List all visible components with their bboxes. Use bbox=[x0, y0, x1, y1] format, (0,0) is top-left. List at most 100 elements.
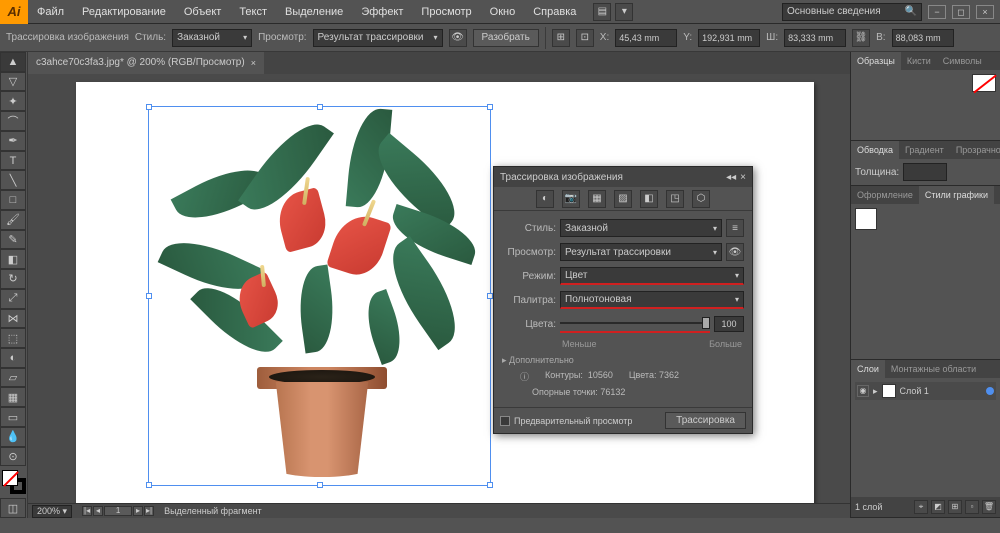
tab-graphic-styles[interactable]: Стили графики bbox=[919, 186, 994, 204]
preset-bw-icon[interactable]: ◳ bbox=[666, 190, 684, 208]
make-clip-icon[interactable]: ◩ bbox=[931, 500, 945, 514]
rotate-tool[interactable]: ↻ bbox=[0, 269, 26, 289]
style-menu-icon[interactable]: ≡ bbox=[726, 219, 744, 237]
expand-button[interactable]: Разобрать bbox=[473, 29, 539, 47]
layer-name[interactable]: Слой 1 bbox=[900, 386, 929, 396]
panel-close-icon[interactable]: × bbox=[740, 172, 746, 183]
x-input[interactable]: 45,43 mm bbox=[615, 29, 677, 47]
tab-appearance[interactable]: Оформление bbox=[851, 186, 919, 204]
preset-low-icon[interactable]: ▦ bbox=[588, 190, 606, 208]
preset-3color-icon[interactable]: ▨ bbox=[614, 190, 632, 208]
mode-dropdown[interactable]: Цвет bbox=[560, 267, 744, 285]
zoom-field[interactable]: 200% ▾ bbox=[32, 505, 72, 518]
tab-transparency[interactable]: Прозрачность bbox=[950, 141, 1000, 159]
w-input[interactable]: 83,333 mm bbox=[784, 29, 846, 47]
menu-view[interactable]: Просмотр bbox=[412, 0, 480, 24]
locate-icon[interactable]: ⌖ bbox=[914, 500, 928, 514]
gradient-tool[interactable]: ▭ bbox=[0, 407, 26, 427]
free-transform-tool[interactable]: ⬚ bbox=[0, 328, 26, 348]
view-dropdown[interactable]: Результат трассировки bbox=[560, 243, 722, 261]
style-dropdown[interactable]: Заказной bbox=[560, 219, 722, 237]
tab-stroke[interactable]: Обводка bbox=[851, 141, 899, 159]
tab-brushes[interactable]: Кисти bbox=[901, 52, 937, 70]
menu-help[interactable]: Справка bbox=[524, 0, 585, 24]
colors-slider[interactable] bbox=[560, 315, 710, 333]
window-min[interactable]: − bbox=[928, 5, 946, 19]
artboard-nav[interactable]: |◂◂1▸▸| bbox=[82, 506, 154, 516]
opt-style-dropdown[interactable]: Заказной bbox=[172, 29, 252, 47]
tab-layers[interactable]: Слои bbox=[851, 360, 885, 378]
y-input[interactable]: 192,931 mm bbox=[698, 29, 760, 47]
menu-object[interactable]: Объект bbox=[175, 0, 230, 24]
eraser-tool[interactable]: ◧ bbox=[0, 249, 26, 269]
preset-high-icon[interactable]: 📷 bbox=[562, 190, 580, 208]
canvas[interactable]: Трассировка изображения ◂◂× ◐ 📷 ▦ ▨ ◧ ◳ … bbox=[28, 74, 850, 503]
advanced-toggle[interactable]: ▸ Дополнительно bbox=[502, 355, 744, 366]
line-tool[interactable]: ╲ bbox=[0, 170, 26, 190]
tab-swatches[interactable]: Образцы bbox=[851, 52, 901, 70]
preset-outline-icon[interactable]: ⬡ bbox=[692, 190, 710, 208]
pen-tool[interactable]: ✒ bbox=[0, 131, 26, 151]
wand-tool[interactable]: ✦ bbox=[0, 91, 26, 111]
scale-tool[interactable]: ⤢ bbox=[0, 289, 26, 309]
trace-button[interactable]: Трассировка bbox=[665, 412, 746, 429]
preview-checkbox[interactable]: Предварительный просмотр bbox=[500, 416, 632, 426]
menu-effect[interactable]: Эффект bbox=[352, 0, 412, 24]
gpu-icon[interactable]: ▤ bbox=[593, 3, 611, 21]
h-label: В: bbox=[876, 32, 885, 43]
colors-value[interactable]: 100 bbox=[714, 316, 744, 332]
menu-window[interactable]: Окно bbox=[481, 0, 525, 24]
collapse-icon[interactable]: ◂◂ bbox=[726, 172, 736, 183]
panel-titlebar[interactable]: Трассировка изображения ◂◂× bbox=[494, 167, 752, 187]
stroke-weight-input[interactable] bbox=[903, 163, 947, 181]
none-swatch[interactable] bbox=[972, 74, 996, 92]
menu-select[interactable]: Выделение bbox=[276, 0, 352, 24]
tab-gradient[interactable]: Градиент bbox=[899, 141, 950, 159]
shape-builder-tool[interactable]: ◐ bbox=[0, 348, 26, 368]
fill-stroke[interactable] bbox=[0, 466, 27, 498]
align-icon[interactable]: ⊡ bbox=[576, 29, 594, 47]
blend-tool[interactable]: ⊙ bbox=[0, 447, 26, 467]
lasso-tool[interactable]: ⌒ bbox=[0, 111, 26, 131]
transform-ref-icon[interactable]: ⊞ bbox=[552, 29, 570, 47]
menu-text[interactable]: Текст bbox=[230, 0, 276, 24]
arrange-icon[interactable]: ▾ bbox=[615, 3, 633, 21]
palette-dropdown[interactable]: Полнотоновая bbox=[560, 291, 744, 309]
window-close[interactable]: × bbox=[976, 5, 994, 19]
opt-view-dropdown[interactable]: Результат трассировки bbox=[313, 29, 443, 47]
direct-select-tool[interactable]: ▽ bbox=[0, 72, 26, 92]
tab-artboards[interactable]: Монтажные области bbox=[885, 360, 982, 378]
screen-mode-tool[interactable]: ◫ bbox=[0, 498, 26, 518]
default-style[interactable] bbox=[855, 208, 877, 230]
eyedropper-tool[interactable]: 💧 bbox=[0, 427, 26, 447]
quick-search[interactable]: Основные сведения🔍 bbox=[782, 3, 922, 21]
new-sublayer-icon[interactable]: ⊞ bbox=[948, 500, 962, 514]
layer-visibility-icon[interactable]: ◉ bbox=[857, 385, 869, 397]
preset-auto-icon[interactable]: ◐ bbox=[536, 190, 554, 208]
view-eye-icon[interactable]: 👁 bbox=[726, 243, 744, 261]
close-icon[interactable]: × bbox=[251, 52, 256, 74]
link-wh-icon[interactable]: ⛓ bbox=[852, 29, 870, 47]
layer-target-icon[interactable] bbox=[986, 387, 994, 395]
h-input[interactable]: 88,083 mm bbox=[892, 29, 954, 47]
rect-tool[interactable]: □ bbox=[0, 190, 26, 210]
selection-tool[interactable]: ▲ bbox=[0, 52, 26, 72]
type-tool[interactable]: T bbox=[0, 151, 26, 171]
preset-gray-icon[interactable]: ◧ bbox=[640, 190, 658, 208]
layer-row[interactable]: ◉ ▸ Слой 1 bbox=[855, 382, 996, 400]
expand-layer-icon[interactable]: ▸ bbox=[873, 386, 878, 397]
menu-edit[interactable]: Редактирование bbox=[73, 0, 175, 24]
selection-bounds[interactable] bbox=[148, 106, 491, 486]
brush-tool[interactable]: 🖌 bbox=[0, 210, 26, 230]
delete-layer-icon[interactable]: 🗑 bbox=[982, 500, 996, 514]
new-layer-icon[interactable]: ▫ bbox=[965, 500, 979, 514]
width-tool[interactable]: ⋈ bbox=[0, 309, 26, 329]
window-max[interactable]: ◻ bbox=[952, 5, 970, 19]
perspective-tool[interactable]: ▱ bbox=[0, 368, 26, 388]
tab-symbols[interactable]: Символы bbox=[937, 52, 988, 70]
mesh-tool[interactable]: ▦ bbox=[0, 387, 26, 407]
eye-icon[interactable]: 👁 bbox=[449, 29, 467, 47]
pencil-tool[interactable]: ✎ bbox=[0, 230, 26, 250]
menu-file[interactable]: Файл bbox=[28, 0, 73, 24]
doc-tab-1[interactable]: c3ahce70c3fa3.jpg* @ 200% (RGB/Просмотр)… bbox=[28, 52, 264, 74]
